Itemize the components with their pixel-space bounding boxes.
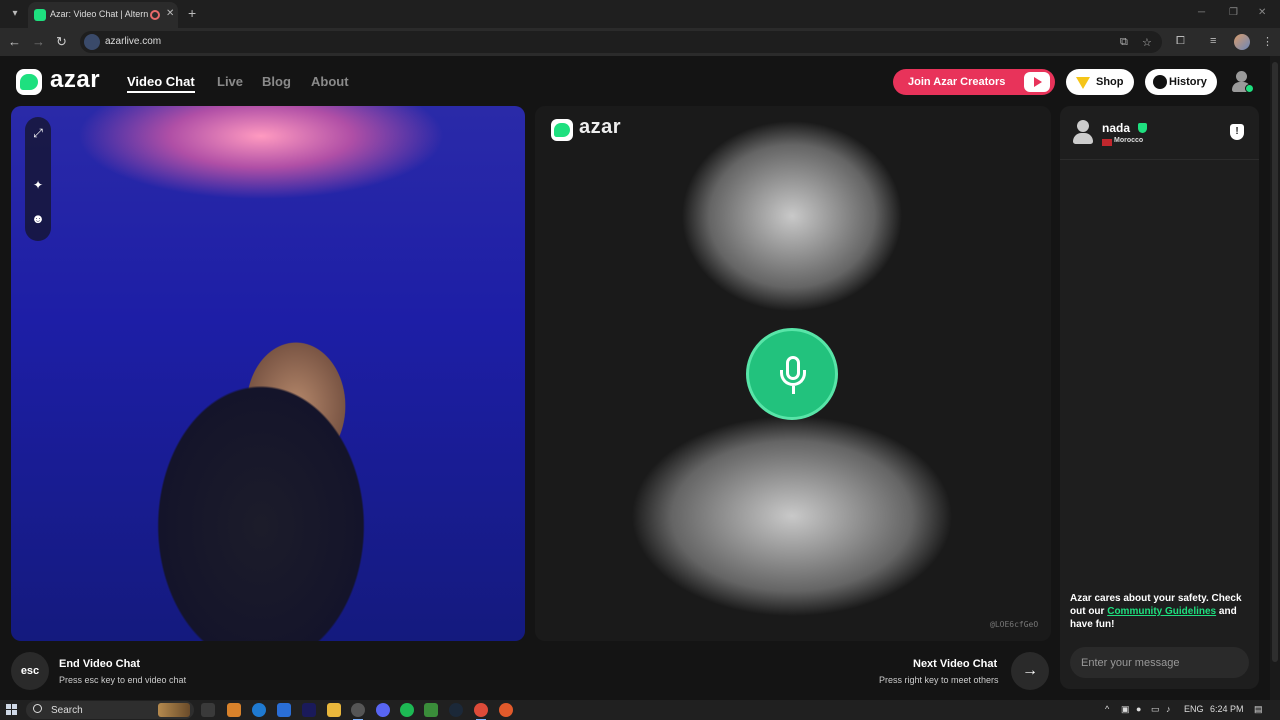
notifications-icon[interactable]: ▤ — [1254, 704, 1263, 715]
join-creators-button[interactable]: Join Azar Creators — [893, 69, 1055, 95]
url-field[interactable]: azarlive.com ⧉ ☆ — [80, 31, 1162, 53]
expand-icon[interactable]: ⤢ — [28, 123, 48, 143]
windows-start-icon[interactable] — [6, 704, 18, 716]
shop-button[interactable]: Shop — [1066, 69, 1134, 95]
chrome-icon[interactable] — [474, 703, 488, 720]
shield-report-icon[interactable]: ! — [1230, 124, 1244, 140]
browser-profile-avatar[interactable] — [1234, 34, 1250, 50]
end-chat-title: End Video Chat — [59, 658, 141, 670]
local-camera-view: ⤢ ✦ ☻ — [11, 106, 525, 641]
nav-video-chat[interactable]: Video Chat — [127, 74, 195, 93]
reload-button[interactable]: ↻ — [56, 34, 67, 50]
face-icon[interactable]: ☻ — [28, 209, 48, 229]
community-guidelines-link[interactable]: Community Guidelines — [1107, 606, 1216, 617]
bookmark-star-icon[interactable]: ☆ — [1142, 36, 1152, 49]
browser-address-bar: ← → ↻ azarlive.com ⧉ ☆ ⧠ ≡ ⋮ — [0, 28, 1280, 56]
sparkle-icon[interactable]: ✦ — [28, 175, 48, 195]
nav-about[interactable]: About — [311, 74, 349, 89]
windows-taskbar: Search ^ ▣ ● ▭ ♪ ENG 6:24 PM ▤ — [0, 700, 1280, 720]
peer-country: Morocco — [1114, 137, 1144, 144]
page-scrollbar[interactable] — [1270, 56, 1280, 700]
file-explorer-icon[interactable] — [327, 703, 341, 717]
online-badge — [1245, 84, 1254, 93]
peer-header: nada Morocco ! — [1060, 106, 1259, 160]
forward-button[interactable]: → — [32, 34, 45, 50]
end-chat-button[interactable]: esc — [11, 652, 49, 690]
tray-app-icon[interactable]: ▣ — [1121, 704, 1130, 715]
arrow-right-icon[interactable]: → — [1011, 652, 1049, 690]
browser-tab[interactable]: Azar: Video Chat | Alternati ✕ — [28, 2, 178, 28]
task-view-icon[interactable] — [201, 703, 215, 717]
play-icon — [1024, 72, 1050, 92]
nav-blog[interactable]: Blog — [262, 74, 291, 89]
maximize-button[interactable]: ❐ — [1229, 7, 1238, 18]
account-avatar[interactable] — [1230, 70, 1254, 94]
history-clock-icon — [1153, 75, 1167, 89]
tray-overflow-icon[interactable]: ^ — [1105, 704, 1109, 714]
azar-logo-icon — [16, 69, 42, 95]
new-tab-button[interactable]: + — [188, 5, 196, 21]
url-text: azarlive.com — [105, 36, 162, 47]
history-button[interactable]: History — [1145, 69, 1217, 95]
search-label: Search — [51, 705, 83, 716]
browser-tab-bar: ▾ Azar: Video Chat | Alternati ✕ + ─ ❐ ✕ — [0, 0, 1280, 28]
back-button[interactable]: ← — [8, 34, 21, 50]
azar-favicon-icon — [34, 9, 46, 21]
minimize-button[interactable]: ─ — [1198, 7, 1205, 18]
gem-icon — [1076, 77, 1090, 91]
edge-icon[interactable] — [252, 703, 266, 717]
search-highlight-image — [158, 703, 190, 717]
azar-page: azar Video Chat Live Blog About Join Aza… — [0, 56, 1280, 700]
user-avatar-icon[interactable] — [1072, 120, 1094, 146]
vlc-icon[interactable] — [227, 703, 241, 717]
site-info-icon[interactable] — [84, 34, 100, 50]
tab-close-icon[interactable]: ✕ — [166, 8, 174, 19]
store-icon[interactable] — [277, 703, 291, 717]
tab-title: Azar: Video Chat | Alternati — [50, 9, 148, 19]
discord-icon[interactable] — [376, 703, 390, 717]
recording-indicator-icon — [150, 10, 160, 20]
obs-icon[interactable] — [351, 703, 365, 720]
spotify-icon[interactable] — [400, 703, 414, 717]
remote-logo-text: azar — [579, 116, 622, 138]
search-icon — [33, 704, 42, 713]
safety-notice: Azar cares about your safety. Check out … — [1070, 592, 1250, 631]
remote-video-view: azar @LOE6cfGeO — [535, 106, 1051, 641]
taskbar-search[interactable]: Search — [26, 701, 194, 719]
verified-shield-icon — [1138, 123, 1147, 133]
next-chat-title: Next Video Chat — [913, 658, 998, 670]
clock[interactable]: 6:24 PM — [1210, 704, 1244, 714]
media-player-icon[interactable] — [424, 703, 438, 717]
message-input[interactable] — [1070, 647, 1249, 678]
premiere-icon[interactable] — [302, 703, 316, 717]
brave-icon[interactable] — [499, 703, 513, 717]
nav-live[interactable]: Live — [217, 74, 243, 89]
peer-name: nada — [1102, 121, 1131, 135]
mic-icon — [746, 328, 838, 420]
logo-text: azar — [50, 66, 101, 93]
extensions-icon[interactable]: ⧠ — [1176, 35, 1185, 48]
shop-label: Shop — [1096, 76, 1124, 88]
next-chat-hint: Press right key to meet others — [879, 675, 999, 685]
network-icon[interactable]: ▭ — [1151, 704, 1160, 715]
window-close-button[interactable]: ✕ — [1258, 7, 1266, 18]
chat-panel: nada Morocco ! Azar cares about your saf… — [1060, 106, 1259, 689]
flag-icon — [1102, 139, 1112, 146]
join-creators-label: Join Azar Creators — [908, 76, 1006, 88]
azar-logo-icon — [551, 119, 573, 141]
end-chat-hint: Press esc key to end video chat — [59, 675, 187, 685]
microphone-tray-icon[interactable]: ● — [1136, 704, 1141, 714]
volume-icon[interactable]: ♪ — [1166, 704, 1171, 714]
language-indicator[interactable]: ENG — [1184, 704, 1204, 714]
stream-id: @LOE6cfGeO — [990, 620, 1039, 629]
reading-list-icon[interactable]: ≡ — [1210, 35, 1216, 47]
browser-menu-icon[interactable]: ⋮ — [1262, 35, 1273, 48]
steam-icon[interactable] — [449, 703, 463, 717]
history-label: History — [1169, 76, 1207, 88]
install-app-icon[interactable]: ⧉ — [1120, 36, 1128, 49]
tab-search-button[interactable]: ▾ — [6, 5, 24, 23]
